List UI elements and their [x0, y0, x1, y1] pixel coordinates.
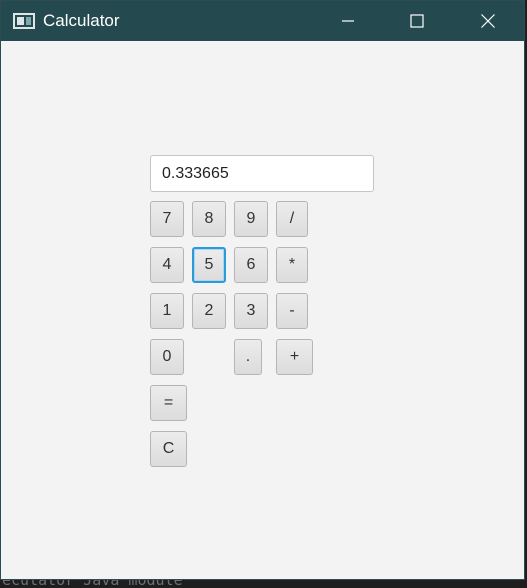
key-divide[interactable]: /: [276, 201, 308, 237]
close-icon: [481, 14, 495, 28]
key-6[interactable]: 6: [234, 247, 268, 283]
key-3[interactable]: 3: [234, 293, 268, 329]
maximize-button[interactable]: [394, 1, 440, 41]
key-clear[interactable]: C: [150, 431, 187, 467]
minimize-icon: [342, 20, 354, 22]
calculator-window: Calculator 7 8 9 / 4 5 6 * 1 2 3 - 0 . +…: [0, 0, 525, 580]
key-0[interactable]: 0: [150, 339, 184, 375]
key-subtract[interactable]: -: [276, 293, 308, 329]
key-2[interactable]: 2: [192, 293, 226, 329]
minimize-button[interactable]: [325, 1, 371, 41]
key-decimal[interactable]: .: [234, 339, 262, 375]
key-multiply[interactable]: *: [276, 247, 308, 283]
key-7[interactable]: 7: [150, 201, 184, 237]
key-8[interactable]: 8: [192, 201, 226, 237]
close-button[interactable]: [465, 1, 511, 41]
title-bar[interactable]: Calculator: [1, 1, 524, 41]
key-9[interactable]: 9: [234, 201, 268, 237]
key-4[interactable]: 4: [150, 247, 184, 283]
key-equals[interactable]: =: [150, 385, 187, 421]
maximize-icon: [410, 14, 424, 28]
key-add[interactable]: +: [276, 339, 313, 375]
calculator-display-field[interactable]: [150, 155, 374, 192]
key-5[interactable]: 5: [192, 247, 226, 283]
window-title: Calculator: [43, 11, 120, 30]
key-1[interactable]: 1: [150, 293, 184, 329]
app-window-icon: [13, 13, 35, 29]
